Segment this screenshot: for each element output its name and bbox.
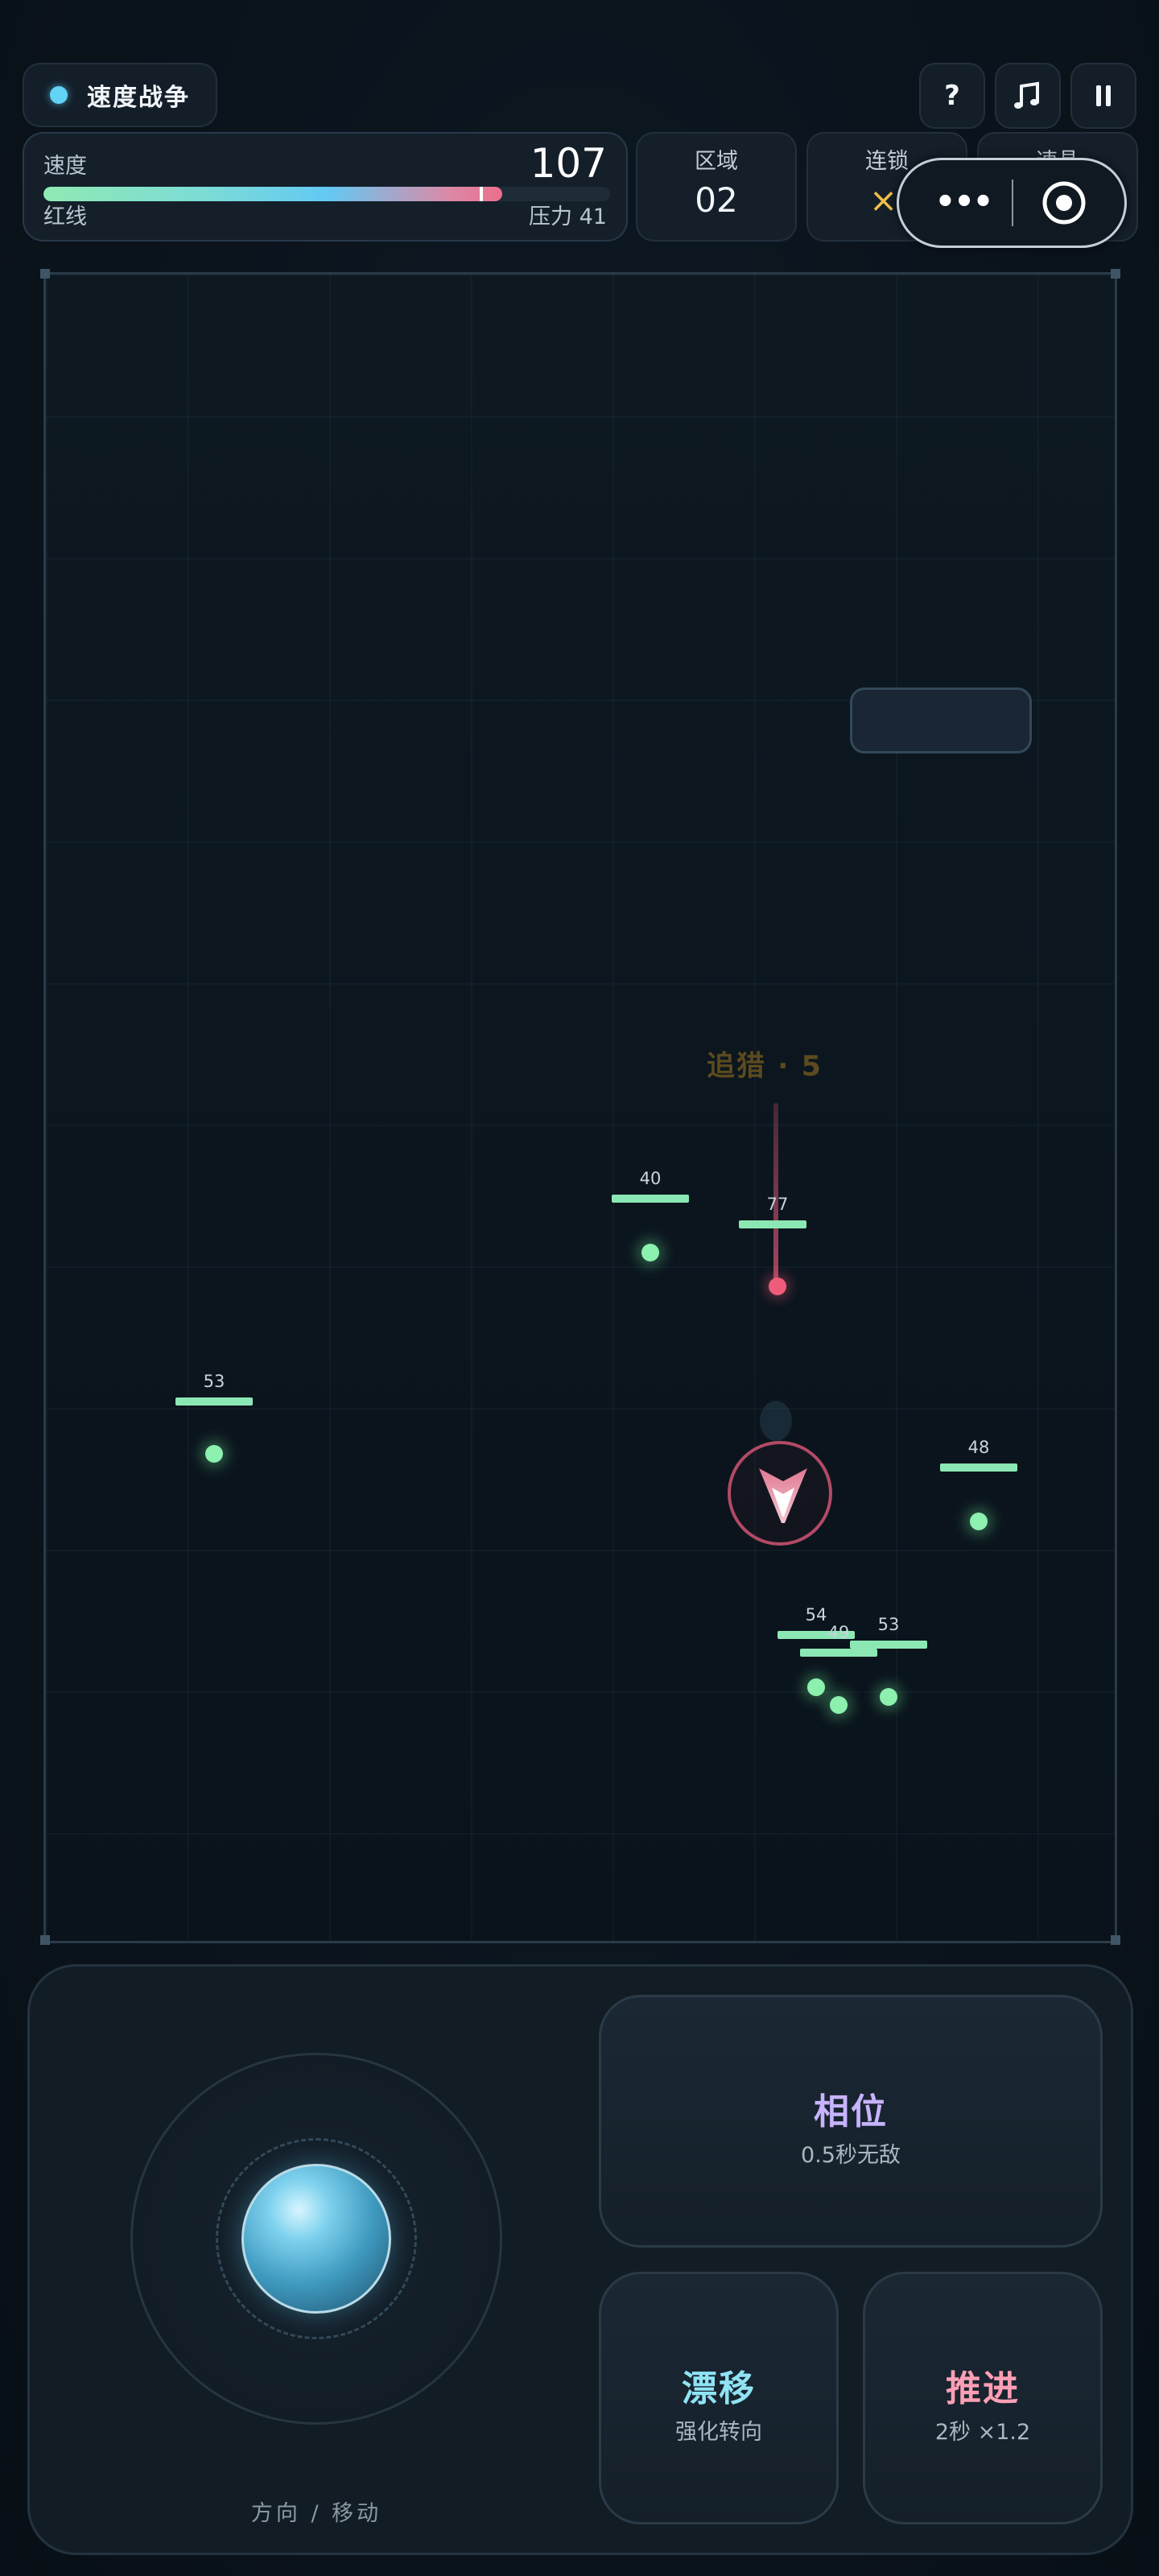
mini-program-capsule: ••• bbox=[897, 158, 1127, 248]
enemy-hp-number: 53 bbox=[877, 1615, 900, 1634]
speed-value: 107 bbox=[530, 140, 607, 187]
redline-marker bbox=[480, 187, 484, 201]
arena-corner-marker bbox=[1111, 1935, 1120, 1945]
arrow-ship-icon bbox=[759, 1468, 807, 1523]
player-ship bbox=[728, 1441, 832, 1546]
game-title: 速度战争 bbox=[87, 84, 190, 112]
speed-bar-fill bbox=[43, 187, 503, 201]
enemy-hp-bar bbox=[175, 1397, 253, 1406]
enemy-hp-bar bbox=[850, 1641, 927, 1649]
help-button[interactable]: ? bbox=[919, 63, 985, 129]
pressure-readout: 压力 41 bbox=[529, 204, 607, 229]
drift-skill-button[interactable]: 漂移 强化转向 bbox=[599, 2272, 839, 2524]
game-arena[interactable] bbox=[43, 272, 1117, 1943]
enemy-orb bbox=[830, 1696, 848, 1714]
skill-description: 强化转向 bbox=[675, 2420, 762, 2445]
pause-icon bbox=[1096, 85, 1111, 106]
music-button[interactable] bbox=[995, 63, 1061, 129]
close-mini-program-button[interactable] bbox=[1036, 176, 1092, 229]
hunt-combo-text: 追猎 · 5 bbox=[707, 1051, 823, 1083]
enemy-orb bbox=[641, 1244, 659, 1261]
speed-panel: 速度 107 红线 压力 41 bbox=[23, 132, 628, 242]
enemy-hp-number: 77 bbox=[766, 1195, 789, 1214]
enemy-hp-bar bbox=[612, 1195, 689, 1203]
enemy-orb bbox=[205, 1445, 223, 1463]
arena-corner-marker bbox=[1111, 269, 1120, 279]
enemy-orb bbox=[970, 1513, 988, 1530]
game-title-badge: 速度战争 bbox=[23, 63, 217, 127]
pause-button[interactable] bbox=[1070, 63, 1136, 129]
enemy-orb-hostile bbox=[769, 1278, 786, 1295]
more-options-button[interactable]: ••• bbox=[923, 180, 1004, 225]
joystick-knob[interactable] bbox=[241, 2164, 391, 2314]
joystick-caption: 方向 / 移动 bbox=[250, 2501, 382, 2526]
music-note-icon bbox=[1014, 81, 1039, 109]
skill-description: 0.5秒无敌 bbox=[801, 2143, 901, 2168]
enemy-hp-number: 48 bbox=[967, 1438, 990, 1457]
speed-bar bbox=[43, 187, 610, 201]
more-dots-icon: ••• bbox=[934, 184, 994, 221]
skill-name: 漂移 bbox=[682, 2368, 756, 2409]
zone-value: 02 bbox=[695, 180, 738, 220]
skill-description: 2秒 ×1.2 bbox=[934, 2420, 1031, 2445]
capsule-divider bbox=[1012, 180, 1013, 226]
enemy-orb bbox=[880, 1688, 897, 1706]
zone-card: 区域 02 bbox=[636, 132, 797, 242]
speed-label: 速度 bbox=[43, 154, 87, 179]
enemy-hp-bar bbox=[739, 1220, 806, 1228]
enemy-hp-bar bbox=[800, 1649, 877, 1657]
enemy-hp-number: 53 bbox=[203, 1372, 225, 1391]
phase-skill-button[interactable]: 相位 0.5秒无敌 bbox=[599, 1995, 1103, 2248]
arena-corner-marker bbox=[40, 1935, 50, 1945]
player-trail bbox=[760, 1401, 792, 1441]
wall-obstacle bbox=[850, 687, 1032, 753]
enemy-hp-number: 40 bbox=[639, 1169, 662, 1188]
skill-name: 相位 bbox=[814, 2091, 888, 2132]
enemy-orb bbox=[807, 1678, 825, 1696]
question-icon: ? bbox=[944, 80, 960, 112]
skill-name: 推进 bbox=[946, 2368, 1020, 2409]
redline-label: 红线 bbox=[43, 204, 87, 229]
boost-skill-button[interactable]: 推进 2秒 ×1.2 bbox=[863, 2272, 1103, 2524]
arena-corner-marker bbox=[40, 269, 50, 279]
target-circle-icon bbox=[1042, 181, 1086, 225]
status-dot-icon bbox=[50, 86, 68, 104]
zone-label: 区域 bbox=[695, 149, 738, 174]
enemy-hp-number: 54 bbox=[805, 1605, 827, 1624]
enemy-hp-bar bbox=[940, 1463, 1017, 1472]
